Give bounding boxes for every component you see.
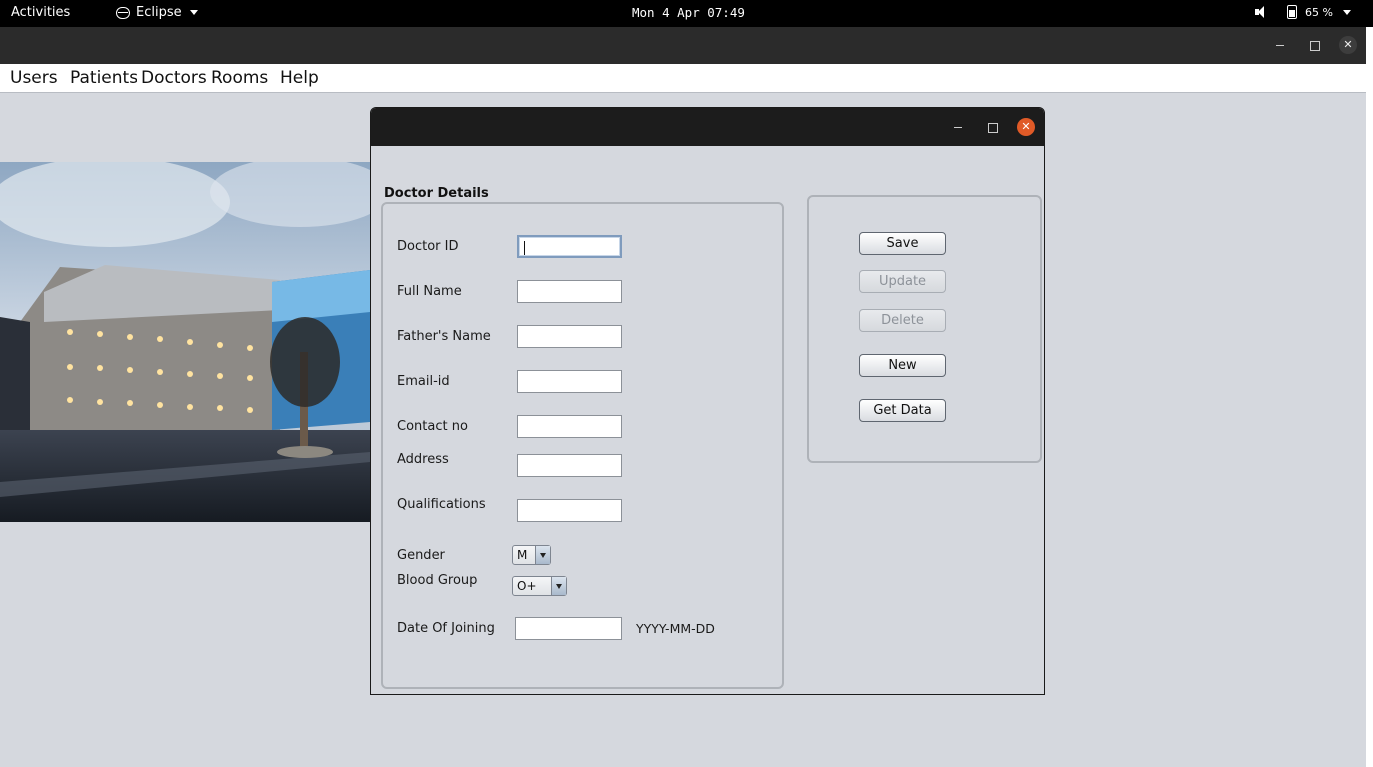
maximize-button[interactable] [1305,36,1323,54]
hospital-building-image [0,162,370,522]
blood-group-value: O+ [517,579,537,593]
address-input[interactable] [517,454,622,477]
fathers-name-input[interactable] [517,325,622,348]
get-data-button[interactable]: Get Data [859,399,946,422]
doctor-details-dialog: ✕ Doctor Details Doctor ID Full Name Fat… [370,107,1045,695]
doctor-id-input[interactable] [517,235,622,258]
update-button[interactable]: Update [859,270,946,293]
volume-icon [1255,6,1269,18]
chevron-down-icon [1343,9,1351,15]
contact-label: Contact no [397,419,468,434]
blood-group-select[interactable]: O+ [512,576,567,596]
chevron-down-icon [551,577,566,595]
eclipse-icon [116,6,130,19]
chevron-down-icon [189,10,198,15]
panel-title: Doctor Details [384,186,489,201]
dialog-close-button[interactable]: ✕ [1017,118,1035,136]
date-of-joining-input[interactable] [515,617,622,640]
close-button[interactable]: ✕ [1339,36,1357,54]
blood-group-label: Blood Group [397,573,478,588]
activities-button[interactable]: Activities [11,5,70,20]
gender-label: Gender [397,548,445,563]
date-of-joining-label: Date Of Joining [397,621,495,636]
full-name-input[interactable] [517,280,622,303]
fathers-name-label: Father's Name [397,329,491,344]
battery-icon [1287,5,1298,19]
gender-select[interactable]: M [512,545,551,565]
desktop-edge [1366,27,1373,767]
doctor-form-panel [381,202,784,689]
email-input[interactable] [517,370,622,393]
new-button[interactable]: New [859,354,946,377]
app-menu-label: Eclipse [136,5,182,20]
contact-input[interactable] [517,415,622,438]
save-button[interactable]: Save [859,232,946,255]
battery-percent: 65 % [1305,5,1333,19]
menu-help[interactable]: Help [280,68,319,88]
address-label: Address [397,452,449,467]
dialog-titlebar[interactable]: ✕ [371,108,1044,146]
menu-doctors[interactable]: Doctors [141,68,207,88]
clock[interactable]: Mon 4 Apr 07:49 [632,5,745,20]
doctor-id-label: Doctor ID [397,239,459,254]
system-tray[interactable]: 65 % [1255,5,1351,19]
email-label: Email-id [397,374,450,389]
delete-button[interactable]: Delete [859,309,946,332]
menu-users[interactable]: Users [10,68,58,88]
menu-rooms[interactable]: Rooms [211,68,268,88]
menu-patients[interactable]: Patients [70,68,137,88]
qualifications-label: Qualifications [397,497,486,512]
dialog-minimize-button[interactable] [949,118,967,136]
date-format-hint: YYYY-MM-DD [636,621,715,636]
qualifications-input[interactable] [517,499,622,522]
main-window-titlebar[interactable]: ✕ [0,27,1366,64]
chevron-down-icon [535,546,550,564]
dialog-maximize-button[interactable] [983,118,1001,136]
full-name-label: Full Name [397,284,462,299]
text-cursor [524,241,525,255]
menu-bar: Users Patients Doctors Rooms Help [0,64,1366,93]
system-top-bar: Activities Eclipse Mon 4 Apr 07:49 65 % [0,0,1373,27]
minimize-button[interactable] [1271,36,1289,54]
gender-value: M [517,548,528,562]
app-menu[interactable]: Eclipse [116,5,198,20]
